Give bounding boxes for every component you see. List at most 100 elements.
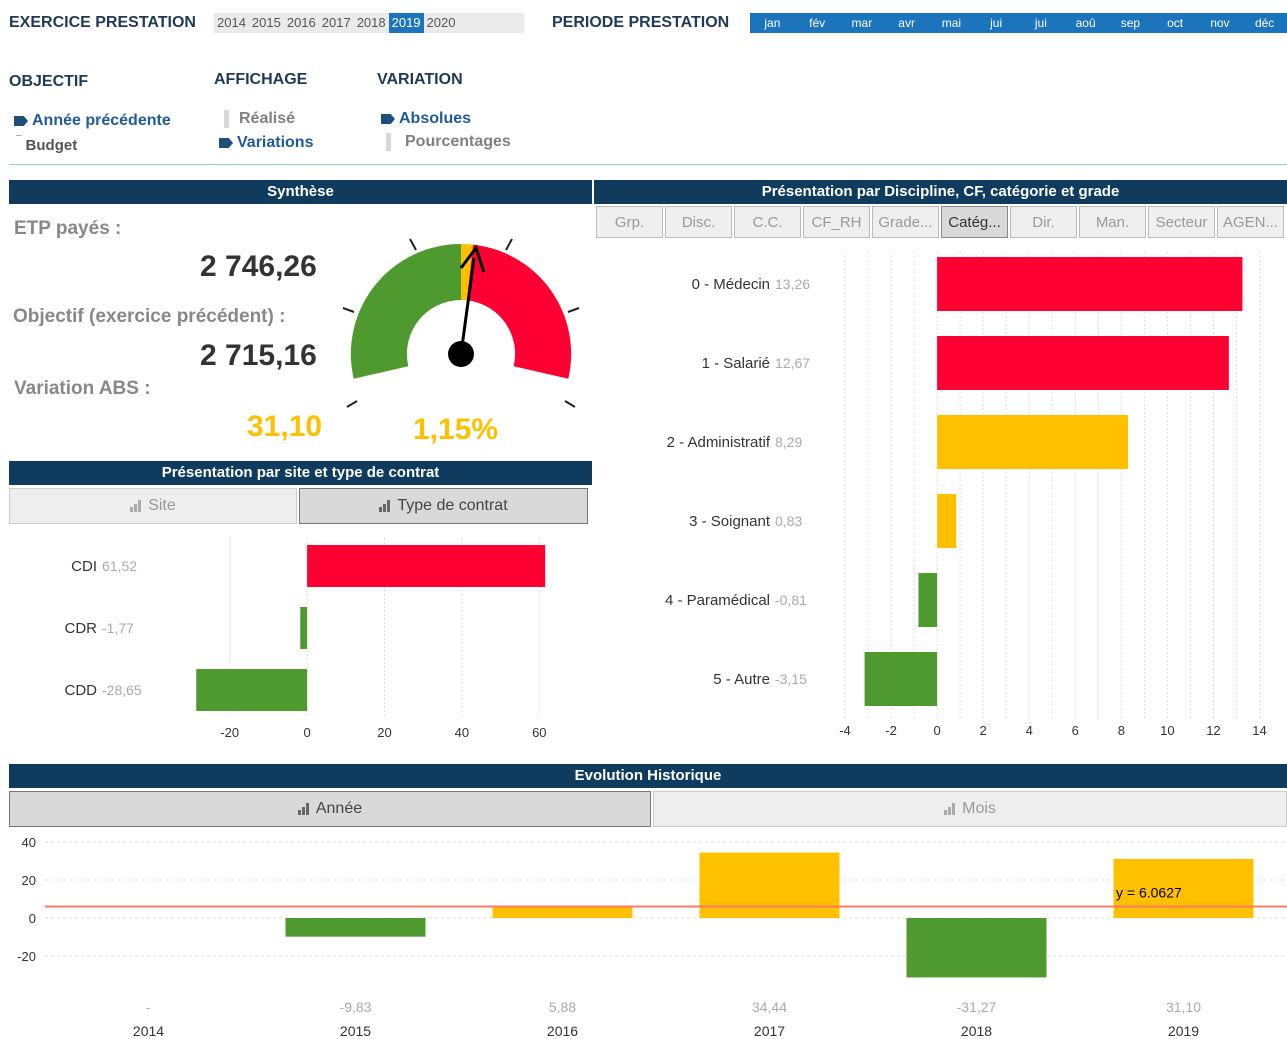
objectif-title: OBJECTIF (9, 73, 89, 90)
bar (937, 494, 957, 548)
month-option[interactable]: aoû (1063, 13, 1108, 33)
site-panel-header: Présentation par site et type de contrat (9, 461, 592, 485)
month-option[interactable]: avr (884, 13, 929, 33)
tab-label: Année (315, 800, 363, 817)
x-tick-label: 2017 (754, 1023, 785, 1039)
value-label: - (146, 999, 151, 1015)
bar (906, 918, 1047, 978)
value-label: 8,29 (775, 434, 802, 450)
category-label: CDR (65, 620, 98, 637)
tab-cf_rh[interactable]: CF_RH (803, 206, 870, 238)
month-option[interactable]: jui (1019, 13, 1064, 33)
tab-cat-g[interactable]: Catég... (941, 206, 1008, 238)
tab-grp[interactable]: Grp. (596, 206, 663, 238)
objectif-label: Objectif (exercice précédent) : (13, 306, 286, 327)
x-tick-label: -4 (839, 723, 851, 738)
evolution-panel-header: Evolution Historique (9, 764, 1287, 788)
option-label: Variations (237, 134, 314, 151)
value-label: 34,44 (752, 999, 787, 1015)
tab-type-de-contrat[interactable]: Type de contrat (299, 488, 588, 524)
tab-mois[interactable]: Mois (653, 791, 1287, 827)
tab-agen[interactable]: AGEN... (1217, 206, 1284, 238)
unselected-flag-icon (386, 133, 391, 151)
tab-c-c[interactable]: C.C. (734, 206, 801, 238)
value-label: -1,77 (102, 620, 134, 636)
chart-icon (130, 500, 142, 512)
tab-dir[interactable]: Dir. (1010, 206, 1077, 238)
option-annee-precedente[interactable]: Année précédente (14, 112, 171, 130)
chart-icon (379, 500, 391, 512)
gauge-hub (448, 341, 474, 367)
month-option[interactable]: sep (1108, 13, 1153, 33)
x-tick-label: 6 (1072, 723, 1079, 738)
trend-label: y = 6.0627 (1116, 884, 1182, 900)
tab-annee[interactable]: Année (9, 791, 651, 827)
bar (492, 906, 633, 918)
month-option[interactable]: nov (1198, 13, 1243, 33)
option-pourcentages[interactable]: Pourcentages (386, 133, 511, 151)
y-tick-label: -20 (17, 949, 36, 964)
tab-label: Site (148, 497, 176, 514)
selected-flag-icon (14, 116, 28, 126)
synthese-header: Synthèse (9, 180, 592, 204)
month-option[interactable]: mar (840, 13, 885, 33)
bar (864, 652, 938, 706)
y-tick-label: 40 (22, 835, 36, 850)
bar (918, 573, 938, 627)
month-option[interactable]: jui (974, 13, 1019, 33)
value-label: -28,65 (102, 682, 142, 698)
value-label: -3,15 (775, 671, 807, 687)
year-option-2019[interactable]: 2019 (388, 13, 424, 33)
tab-secteur[interactable]: Secteur (1148, 206, 1215, 238)
x-tick-label: 4 (1026, 723, 1033, 738)
categorie-bar-chart: -4 -2 0 2 4 6 8 10 12 14 0 - Médecin 13,26 1 - Salar… (665, 252, 1267, 738)
x-tick-label: 0 (303, 725, 310, 740)
x-tick-label: 2 (980, 723, 987, 738)
tab-disc[interactable]: Disc. (665, 206, 732, 238)
x-tick-label: -2 (885, 723, 897, 738)
x-tick-label: 14 (1252, 723, 1266, 738)
tab-man[interactable]: Man. (1079, 206, 1146, 238)
tab-site[interactable]: Site (9, 488, 297, 524)
unselected-mark-icon: ¯ (16, 135, 22, 146)
month-option[interactable]: mai (929, 13, 974, 33)
value-label: 61,52 (102, 558, 137, 574)
x-tick-label: 2015 (340, 1023, 371, 1039)
x-tick-label: -20 (220, 725, 239, 740)
chart-icon (297, 803, 310, 815)
year-option-2016[interactable]: 2016 (284, 13, 319, 33)
affichage-title: AFFICHAGE (214, 71, 308, 88)
objectif-value: 2 715,16 (200, 339, 317, 372)
option-absolues[interactable]: Absolues (381, 110, 471, 128)
bar (300, 607, 308, 649)
x-tick-label: 2018 (961, 1023, 992, 1039)
option-variations[interactable]: Variations (219, 134, 313, 152)
discipline-tabs: Grp. Disc. C.C. CF_RH Grade... Catég... Dir. Ma… (594, 206, 1287, 238)
year-option-2017[interactable]: 2017 (319, 13, 354, 33)
month-option[interactable]: jan (750, 13, 795, 33)
y-tick-label: 0 (29, 911, 36, 926)
gauge-chart (342, 238, 580, 408)
option-realise[interactable]: Réalisé (224, 110, 295, 128)
month-option[interactable]: déc (1242, 13, 1287, 33)
variation-title: VARIATION (377, 71, 463, 88)
bar (307, 545, 546, 587)
month-option[interactable]: oct (1153, 13, 1198, 33)
year-option-2018[interactable]: 2018 (354, 13, 389, 33)
month-option[interactable]: fév (795, 13, 840, 33)
etp-value: 2 746,26 (200, 250, 317, 283)
value-label: 31,10 (1166, 999, 1201, 1015)
year-option-2015[interactable]: 2015 (249, 13, 284, 33)
year-selector: 2014 2015 2016 2017 2018 2019 2020 (214, 13, 524, 33)
year-option-2014[interactable]: 2014 (214, 13, 249, 33)
option-budget[interactable]: ¯ Budget (16, 135, 78, 154)
x-tick-label: 8 (1118, 723, 1125, 738)
x-tick-label: 2019 (1168, 1023, 1199, 1039)
x-tick-label: 2014 (133, 1023, 164, 1039)
chart-icon (944, 803, 956, 815)
option-label: Budget (25, 137, 78, 154)
bar (699, 852, 840, 918)
tab-grade[interactable]: Grade... (872, 206, 939, 238)
x-tick-label: 2016 (547, 1023, 578, 1039)
year-option-2020[interactable]: 2020 (424, 13, 459, 33)
